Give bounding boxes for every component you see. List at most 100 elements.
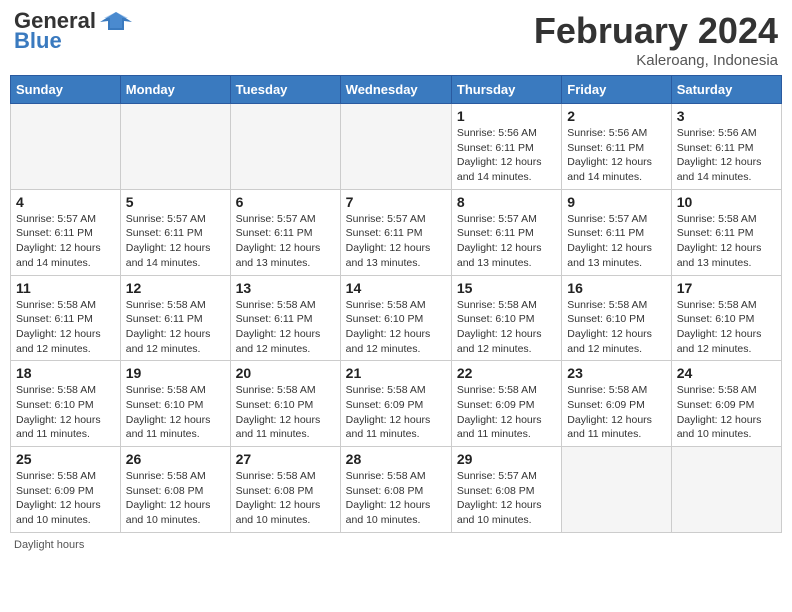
calendar-week-row: 4 Sunrise: 5:57 AM Sunset: 6:11 PM Daylig… xyxy=(11,189,782,275)
calendar-week-row: 18 Sunrise: 5:58 AM Sunset: 6:10 PM Dayli… xyxy=(11,361,782,447)
day-number: 16 xyxy=(567,280,665,296)
day-number: 17 xyxy=(677,280,776,296)
day-info: Sunrise: 5:58 AM Sunset: 6:10 PM Dayligh… xyxy=(236,383,335,442)
calendar-day-cell: 16 Sunrise: 5:58 AM Sunset: 6:10 PM Dayli… xyxy=(562,275,671,361)
calendar-day-cell xyxy=(671,447,781,533)
day-info: Sunrise: 5:58 AM Sunset: 6:09 PM Dayligh… xyxy=(567,383,665,442)
calendar-day-cell: 21 Sunrise: 5:58 AM Sunset: 6:09 PM Dayli… xyxy=(340,361,451,447)
calendar-day-cell: 4Sunrise: 5:57 AM Sunset: 6:11 PM Daylig… xyxy=(11,189,121,275)
day-info: Sunrise: 5:58 AM Sunset: 6:10 PM Dayligh… xyxy=(567,298,665,357)
calendar-day-cell: 14 Sunrise: 5:58 AM Sunset: 6:10 PM Dayli… xyxy=(340,275,451,361)
day-number: 18 xyxy=(16,365,115,381)
day-number: 3 xyxy=(677,108,776,124)
day-info: Sunrise: 5:56 AM Sunset: 6:11 PM Dayligh… xyxy=(457,126,556,185)
calendar-day-cell: 26 Sunrise: 5:58 AM Sunset: 6:08 PM Dayli… xyxy=(120,447,230,533)
calendar-day-cell: 23 Sunrise: 5:58 AM Sunset: 6:09 PM Dayli… xyxy=(562,361,671,447)
calendar-week-row: 11 Sunrise: 5:58 AM Sunset: 6:11 PM Dayli… xyxy=(11,275,782,361)
calendar-day-cell: 11 Sunrise: 5:58 AM Sunset: 6:11 PM Dayli… xyxy=(11,275,121,361)
day-info: Sunrise: 5:58 AM Sunset: 6:09 PM Dayligh… xyxy=(346,383,446,442)
calendar-day-cell: 7Sunrise: 5:57 AM Sunset: 6:11 PM Daylig… xyxy=(340,189,451,275)
day-info: Sunrise: 5:56 AM Sunset: 6:11 PM Dayligh… xyxy=(677,126,776,185)
day-info: Sunrise: 5:58 AM Sunset: 6:09 PM Dayligh… xyxy=(677,383,776,442)
day-info: Sunrise: 5:58 AM Sunset: 6:08 PM Dayligh… xyxy=(236,469,335,528)
logo: General Blue xyxy=(14,10,132,54)
day-number: 11 xyxy=(16,280,115,296)
calendar-day-cell: 1Sunrise: 5:56 AM Sunset: 6:11 PM Daylig… xyxy=(451,104,561,190)
day-info: Sunrise: 5:58 AM Sunset: 6:10 PM Dayligh… xyxy=(457,298,556,357)
daylight-label: Daylight hours xyxy=(14,539,84,551)
day-info: Sunrise: 5:58 AM Sunset: 6:08 PM Dayligh… xyxy=(126,469,225,528)
day-info: Sunrise: 5:57 AM Sunset: 6:08 PM Dayligh… xyxy=(457,469,556,528)
day-info: Sunrise: 5:58 AM Sunset: 6:09 PM Dayligh… xyxy=(457,383,556,442)
day-number: 9 xyxy=(567,194,665,210)
calendar-day-header: Monday xyxy=(120,76,230,104)
calendar-day-cell xyxy=(230,104,340,190)
day-number: 26 xyxy=(126,451,225,467)
day-number: 25 xyxy=(16,451,115,467)
calendar-day-cell xyxy=(562,447,671,533)
calendar-week-row: 1Sunrise: 5:56 AM Sunset: 6:11 PM Daylig… xyxy=(11,104,782,190)
day-number: 13 xyxy=(236,280,335,296)
calendar-day-cell: 6 Sunrise: 5:57 AM Sunset: 6:11 PM Daylig… xyxy=(230,189,340,275)
day-info: Sunrise: 5:57 AM Sunset: 6:11 PM Dayligh… xyxy=(457,212,556,271)
calendar-day-cell: 27 Sunrise: 5:58 AM Sunset: 6:08 PM Dayli… xyxy=(230,447,340,533)
day-number: 28 xyxy=(346,451,446,467)
day-info: Sunrise: 5:58 AM Sunset: 6:11 PM Dayligh… xyxy=(677,212,776,271)
calendar-header-row: SundayMondayTuesdayWednesdayThursdayFrid… xyxy=(11,76,782,104)
day-number: 6 xyxy=(236,194,335,210)
day-number: 2 xyxy=(567,108,665,124)
calendar-week-row: 25 Sunrise: 5:58 AM Sunset: 6:09 PM Dayli… xyxy=(11,447,782,533)
day-info: Sunrise: 5:58 AM Sunset: 6:11 PM Dayligh… xyxy=(236,298,335,357)
logo-blue: Blue xyxy=(14,28,62,54)
day-info: Sunrise: 5:57 AM Sunset: 6:11 PM Dayligh… xyxy=(236,212,335,271)
calendar-day-cell: 25 Sunrise: 5:58 AM Sunset: 6:09 PM Dayli… xyxy=(11,447,121,533)
day-number: 22 xyxy=(457,365,556,381)
calendar-day-header: Tuesday xyxy=(230,76,340,104)
location: Kaleroang, Indonesia xyxy=(534,52,778,69)
day-info: Sunrise: 5:57 AM Sunset: 6:11 PM Dayligh… xyxy=(346,212,446,271)
day-info: Sunrise: 5:58 AM Sunset: 6:10 PM Dayligh… xyxy=(677,298,776,357)
page-header: General Blue February 2024 Kaleroang, In… xyxy=(10,10,782,69)
calendar-day-header: Saturday xyxy=(671,76,781,104)
calendar-day-cell: 10 Sunrise: 5:58 AM Sunset: 6:11 PM Dayli… xyxy=(671,189,781,275)
day-number: 14 xyxy=(346,280,446,296)
calendar-day-header: Friday xyxy=(562,76,671,104)
day-info: Sunrise: 5:58 AM Sunset: 6:11 PM Dayligh… xyxy=(16,298,115,357)
calendar-day-cell xyxy=(11,104,121,190)
calendar-day-cell xyxy=(340,104,451,190)
calendar-day-header: Thursday xyxy=(451,76,561,104)
day-number: 5 xyxy=(126,194,225,210)
month-title: February 2024 xyxy=(534,10,778,52)
calendar-day-cell: 9 Sunrise: 5:57 AM Sunset: 6:11 PM Daylig… xyxy=(562,189,671,275)
calendar-day-cell: 29 Sunrise: 5:57 AM Sunset: 6:08 PM Dayli… xyxy=(451,447,561,533)
day-number: 21 xyxy=(346,365,446,381)
day-number: 15 xyxy=(457,280,556,296)
day-number: 4 xyxy=(16,194,115,210)
calendar-day-cell: 12Sunrise: 5:58 AM Sunset: 6:11 PM Dayli… xyxy=(120,275,230,361)
calendar-day-cell: 3 Sunrise: 5:56 AM Sunset: 6:11 PM Daylig… xyxy=(671,104,781,190)
title-block: February 2024 Kaleroang, Indonesia xyxy=(534,10,778,69)
calendar-day-cell: 24 Sunrise: 5:58 AM Sunset: 6:09 PM Dayli… xyxy=(671,361,781,447)
calendar-day-cell: 19 Sunrise: 5:58 AM Sunset: 6:10 PM Dayli… xyxy=(120,361,230,447)
logo-icon xyxy=(100,10,132,32)
calendar-day-cell: 5 Sunrise: 5:57 AM Sunset: 6:11 PM Daylig… xyxy=(120,189,230,275)
day-number: 24 xyxy=(677,365,776,381)
calendar-day-cell: 15 Sunrise: 5:58 AM Sunset: 6:10 PM Dayli… xyxy=(451,275,561,361)
day-info: Sunrise: 5:58 AM Sunset: 6:11 PM Dayligh… xyxy=(126,298,225,357)
day-info: Sunrise: 5:57 AM Sunset: 6:11 PM Dayligh… xyxy=(126,212,225,271)
day-info: Sunrise: 5:57 AM Sunset: 6:11 PM Dayligh… xyxy=(567,212,665,271)
day-number: 23 xyxy=(567,365,665,381)
day-number: 29 xyxy=(457,451,556,467)
calendar-day-cell: 20Sunrise: 5:58 AM Sunset: 6:10 PM Dayli… xyxy=(230,361,340,447)
day-number: 10 xyxy=(677,194,776,210)
day-info: Sunrise: 5:58 AM Sunset: 6:09 PM Dayligh… xyxy=(16,469,115,528)
calendar-day-cell: 8 Sunrise: 5:57 AM Sunset: 6:11 PM Daylig… xyxy=(451,189,561,275)
day-info: Sunrise: 5:58 AM Sunset: 6:10 PM Dayligh… xyxy=(126,383,225,442)
calendar-day-cell: 17 Sunrise: 5:58 AM Sunset: 6:10 PM Dayli… xyxy=(671,275,781,361)
day-info: Sunrise: 5:58 AM Sunset: 6:10 PM Dayligh… xyxy=(346,298,446,357)
footer: Daylight hours xyxy=(10,539,782,551)
day-number: 8 xyxy=(457,194,556,210)
day-info: Sunrise: 5:56 AM Sunset: 6:11 PM Dayligh… xyxy=(567,126,665,185)
day-number: 19 xyxy=(126,365,225,381)
day-number: 27 xyxy=(236,451,335,467)
